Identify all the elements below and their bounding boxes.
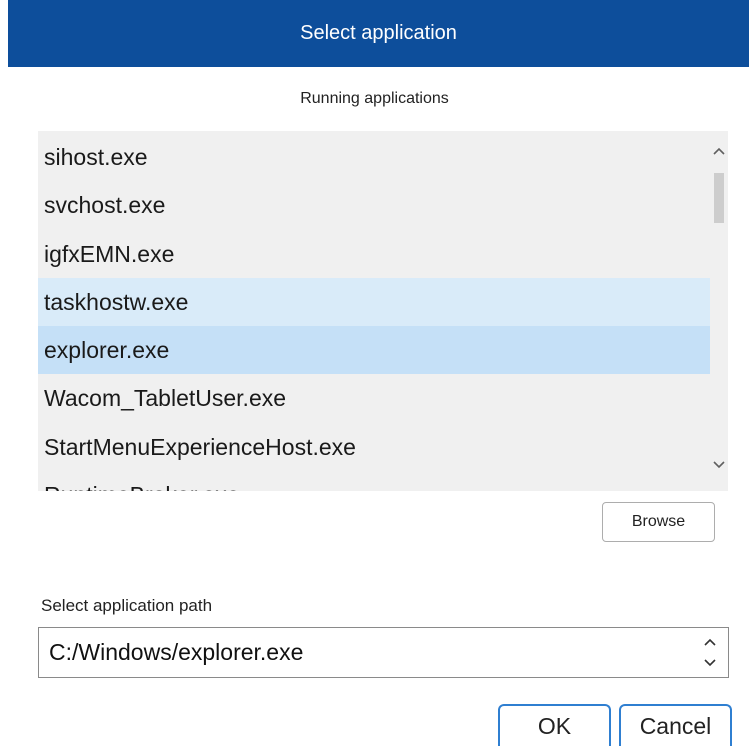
list-item[interactable]: igfxEMN.exe — [38, 230, 710, 278]
running-applications-list[interactable]: sihost.exe svchost.exe igfxEMN.exe taskh… — [38, 131, 728, 491]
application-path-label: Select application path — [41, 596, 213, 615]
list-item[interactable]: sihost.exe — [38, 133, 710, 181]
dialog-title: Select application — [300, 22, 457, 44]
ok-button[interactable]: OK — [498, 704, 611, 746]
application-path-field[interactable]: C:/Windows/explorer.exe — [38, 627, 729, 678]
running-applications-label: Running applications — [300, 90, 449, 107]
chevron-up-icon[interactable] — [696, 632, 724, 652]
list-items: sihost.exe svchost.exe igfxEMN.exe taskh… — [38, 133, 710, 491]
list-scrollbar[interactable] — [710, 131, 728, 491]
list-item[interactable]: StartMenuExperienceHost.exe — [38, 423, 710, 471]
list-item[interactable]: Wacom_TabletUser.exe — [38, 374, 710, 422]
list-item[interactable]: svchost.exe — [38, 181, 710, 229]
path-spinner[interactable] — [696, 631, 724, 674]
list-item[interactable]: RuntimeBroker.exe — [38, 471, 710, 491]
application-path-value[interactable]: C:/Windows/explorer.exe — [49, 628, 303, 677]
chevron-down-icon[interactable] — [696, 653, 724, 673]
scroll-thumb[interactable] — [714, 173, 724, 223]
cancel-button[interactable]: Cancel — [619, 704, 732, 746]
dialog-title-bar: Select application — [8, 0, 749, 67]
browse-button[interactable]: Browse — [602, 502, 715, 542]
chevron-down-icon[interactable] — [710, 455, 728, 475]
list-item[interactable]: taskhostw.exe — [38, 277, 710, 327]
list-item-selected[interactable]: explorer.exe — [38, 326, 710, 375]
chevron-up-icon[interactable] — [710, 141, 728, 161]
